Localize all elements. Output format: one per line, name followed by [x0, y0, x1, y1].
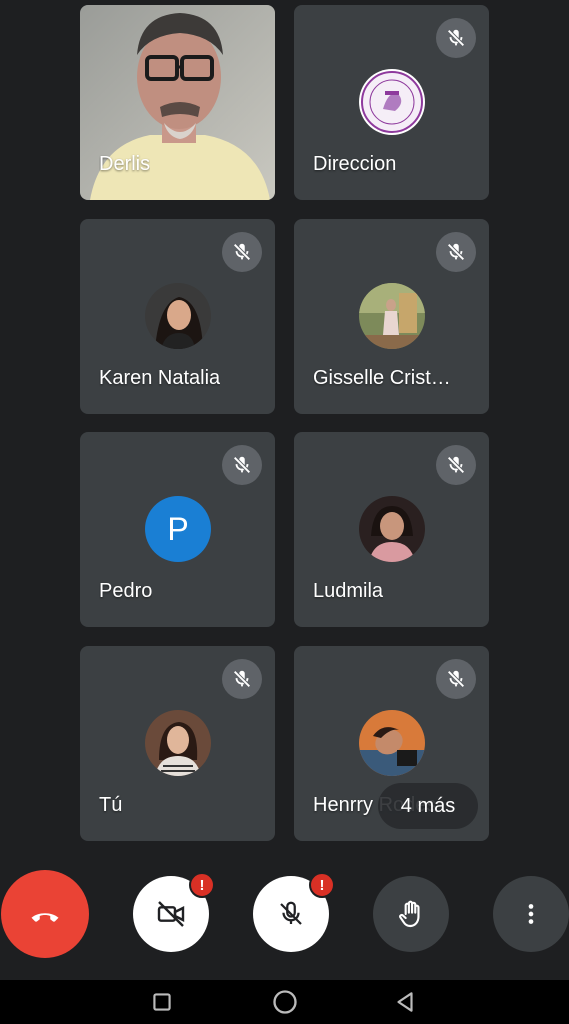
- camera-toggle-button[interactable]: !: [133, 872, 215, 952]
- participant-name: Karen Natalia: [99, 367, 221, 389]
- alert-badge: !: [189, 872, 215, 898]
- profile-photo-avatar: [145, 283, 211, 349]
- mic-muted-indicator: [436, 18, 476, 58]
- home-icon: [273, 990, 297, 1014]
- more-options-button[interactable]: [493, 876, 569, 952]
- back-button[interactable]: [375, 980, 435, 1024]
- system-navigation-bar: [0, 980, 569, 1024]
- participant-tile-derlis[interactable]: Derlis: [80, 5, 275, 200]
- mic-off-icon: [447, 670, 465, 688]
- profile-photo-avatar: [359, 283, 425, 349]
- mic-off-icon: [447, 243, 465, 261]
- hand-icon: [399, 900, 420, 928]
- participant-name: Ludmila: [313, 580, 384, 602]
- mic-off-icon: [447, 456, 465, 474]
- participant-tile-gisselle[interactable]: Gisselle Crist…: [294, 219, 489, 414]
- participant-name: Pedro: [99, 580, 153, 602]
- mic-muted-indicator: [436, 232, 476, 272]
- participant-name: Gisselle Crist…: [313, 367, 451, 389]
- letter-avatar: P: [145, 496, 211, 562]
- school-seal-avatar: [359, 69, 425, 135]
- mic-muted-indicator: [436, 445, 476, 485]
- participant-name: Tú: [99, 794, 123, 816]
- mic-off-icon: [447, 29, 465, 47]
- mic-muted-indicator: [222, 445, 262, 485]
- more-vert-icon: [528, 904, 534, 924]
- camera-off-icon: [157, 901, 185, 927]
- participant-tile-self[interactable]: Tú: [80, 646, 275, 841]
- participant-tile-direccion[interactable]: Direccion: [294, 5, 489, 200]
- end-call-button[interactable]: [1, 870, 89, 958]
- mic-muted-indicator: [222, 232, 262, 272]
- participant-tile-ludmila[interactable]: Ludmila: [294, 432, 489, 627]
- home-button[interactable]: [255, 980, 315, 1024]
- raise-hand-button[interactable]: [373, 876, 449, 952]
- profile-photo-avatar: [359, 710, 425, 776]
- mic-toggle-button[interactable]: !: [253, 872, 335, 952]
- participant-name: Derlis: [99, 153, 151, 175]
- mic-off-icon: [233, 670, 251, 688]
- back-icon: [397, 992, 413, 1012]
- mic-muted-indicator: [436, 659, 476, 699]
- recents-button[interactable]: [132, 980, 192, 1024]
- mic-off-icon: [233, 456, 251, 474]
- participant-tile-karen[interactable]: Karen Natalia: [80, 219, 275, 414]
- mic-off-icon: [280, 901, 302, 925]
- profile-photo-avatar: [145, 710, 211, 776]
- mic-off-icon: [233, 243, 251, 261]
- more-participants-button[interactable]: 4 más: [378, 783, 478, 829]
- participant-name: Direccion: [313, 153, 397, 175]
- participant-tile-pedro[interactable]: P Pedro: [80, 432, 275, 627]
- hangup-icon: [31, 913, 59, 922]
- mic-muted-indicator: [222, 659, 262, 699]
- recents-icon: [153, 993, 171, 1011]
- alert-badge: !: [309, 872, 335, 898]
- profile-photo-avatar: [359, 496, 425, 562]
